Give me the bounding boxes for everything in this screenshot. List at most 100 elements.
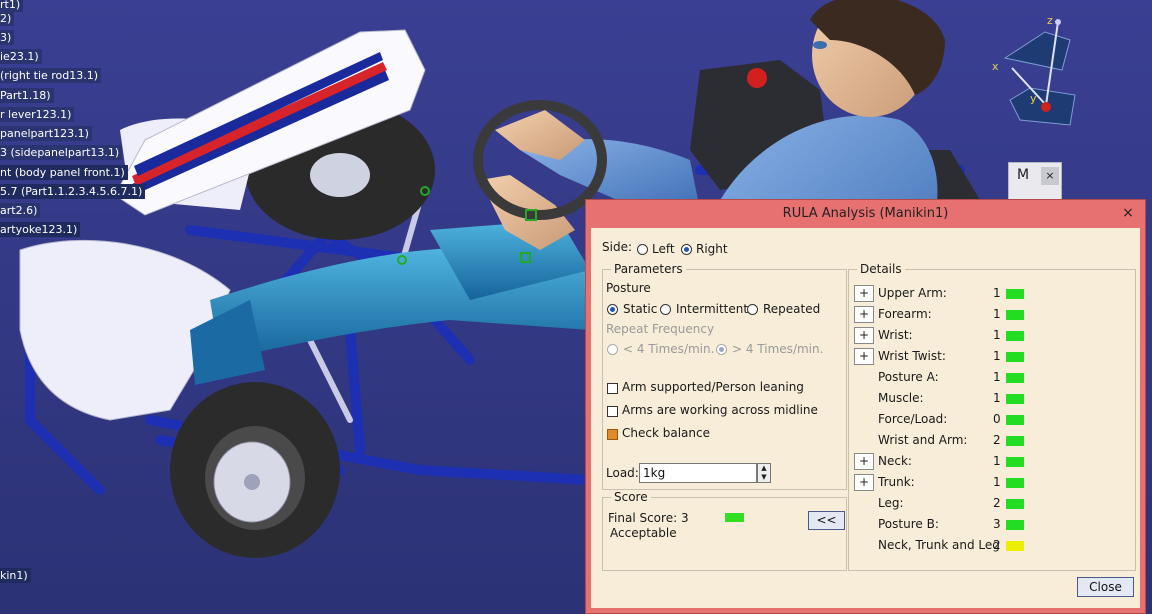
check-balance-checkbox[interactable] bbox=[607, 429, 618, 440]
tree-item[interactable]: 3 (sidepanelpart13.1) bbox=[0, 145, 123, 160]
wrist-and-arm-label: Wrist and Arm: bbox=[878, 433, 968, 447]
posture-intermittent-label[interactable]: Intermittent bbox=[676, 302, 748, 317]
tree-item[interactable]: art2.6) bbox=[0, 203, 41, 218]
neck-trunk-leg-indicator bbox=[1006, 541, 1024, 551]
force-load-value: 0 bbox=[993, 412, 1001, 426]
side-label: Side: bbox=[602, 240, 632, 254]
wrist-twist-indicator bbox=[1006, 352, 1024, 362]
trunk-value: 1 bbox=[993, 475, 1001, 489]
expand-wrist-button[interactable]: + bbox=[854, 327, 874, 344]
parameters-group-label: Parameters bbox=[611, 262, 686, 277]
dialog-body: Side: Left Right Parameters Posture Stat… bbox=[591, 228, 1140, 608]
muscle-label: Muscle: bbox=[878, 391, 924, 405]
wrist-twist-label: Wrist Twist: bbox=[878, 349, 946, 363]
wrist-indicator bbox=[1006, 331, 1024, 341]
close-button[interactable]: Close bbox=[1077, 577, 1134, 597]
expand-forearm-button[interactable]: + bbox=[854, 306, 874, 323]
expand-upper-arm-button[interactable]: + bbox=[854, 285, 874, 302]
details-group-label: Details bbox=[857, 262, 905, 277]
arms-midline-checkbox[interactable] bbox=[607, 406, 618, 417]
forearm-label: Forearm: bbox=[878, 307, 932, 321]
leg-value: 2 bbox=[993, 496, 1001, 510]
spin-up-icon[interactable]: ▲ bbox=[758, 464, 770, 473]
tree-item[interactable]: ie23.1) bbox=[0, 49, 42, 64]
wrist-and-arm-value: 2 bbox=[993, 433, 1001, 447]
leg-label: Leg: bbox=[878, 496, 904, 510]
arms-midline-label[interactable]: Arms are working across midline bbox=[622, 403, 818, 418]
score-status: Acceptable bbox=[610, 526, 677, 540]
toolbar-close-icon[interactable]: × bbox=[1041, 167, 1059, 185]
load-input[interactable] bbox=[639, 463, 757, 483]
posture-repeated-label[interactable]: Repeated bbox=[763, 302, 820, 317]
score-group: Score Final Score: 3 Acceptable << bbox=[602, 490, 847, 571]
dialog-title: RULA Analysis (Manikin1) bbox=[782, 206, 949, 221]
upper-arm-value: 1 bbox=[993, 286, 1001, 300]
posture-repeated-radio[interactable] bbox=[747, 304, 758, 315]
tree-item[interactable]: r lever123.1) bbox=[0, 107, 75, 122]
score-group-label: Score bbox=[611, 490, 651, 505]
trunk-label: Trunk: bbox=[878, 475, 915, 489]
forearm-indicator bbox=[1006, 310, 1024, 320]
tree-item[interactable]: (right tie rod13.1) bbox=[0, 68, 102, 83]
side-right-radio[interactable] bbox=[681, 244, 692, 255]
tree-item[interactable]: nt (body panel front.1) bbox=[0, 165, 128, 180]
final-score-indicator bbox=[725, 513, 744, 522]
repeat-high-label: > 4 Times/min. bbox=[732, 342, 824, 356]
close-icon[interactable]: × bbox=[1115, 203, 1141, 223]
posture-intermittent-radio[interactable] bbox=[660, 304, 671, 315]
wrist-twist-value: 1 bbox=[993, 349, 1001, 363]
wrist-value: 1 bbox=[993, 328, 1001, 342]
posture-static-label[interactable]: Static bbox=[623, 302, 657, 317]
repeat-low-radio bbox=[607, 344, 618, 355]
side-right-label[interactable]: Right bbox=[696, 242, 728, 257]
toolbar-title: M bbox=[1017, 167, 1030, 183]
neck-indicator bbox=[1006, 457, 1024, 467]
wrist-label: Wrist: bbox=[878, 328, 913, 342]
compass-z-label: z bbox=[1047, 14, 1053, 27]
upper-arm-indicator bbox=[1006, 289, 1024, 299]
posture-label: Posture bbox=[606, 281, 651, 295]
side-left-label[interactable]: Left bbox=[652, 242, 675, 257]
expand-trunk-button[interactable]: + bbox=[854, 474, 874, 491]
repeat-frequency-label: Repeat Frequency bbox=[606, 322, 715, 336]
specification-tree: rt1) 2) 3) ie23.1) (right tie rod13.1) P… bbox=[0, 0, 146, 614]
check-balance-label[interactable]: Check balance bbox=[622, 426, 710, 441]
posture-a-indicator bbox=[1006, 373, 1024, 383]
tree-item[interactable]: artyoke123.1) bbox=[0, 222, 81, 237]
forearm-value: 1 bbox=[993, 307, 1001, 321]
neck-trunk-leg-value: 2 bbox=[993, 538, 1001, 552]
compass-x-label: x bbox=[992, 60, 999, 73]
details-group: Details + Upper Arm: 1 + Forearm: 1 + Wr… bbox=[848, 262, 1136, 571]
load-label: Load: bbox=[606, 466, 639, 480]
tree-item[interactable]: 2) bbox=[0, 11, 15, 26]
arm-supported-checkbox[interactable] bbox=[607, 383, 618, 394]
neck-trunk-leg-label: Neck, Trunk and Leg bbox=[878, 538, 1000, 552]
posture-a-value: 1 bbox=[993, 370, 1001, 384]
trunk-indicator bbox=[1006, 478, 1024, 488]
tree-item[interactable]: 5.7 (Part1.1.2.3.4.5.6.7.1) bbox=[0, 184, 146, 199]
rula-analysis-dialog: RULA Analysis (Manikin1) × Side: Left Ri… bbox=[585, 199, 1146, 614]
upper-arm-label: Upper Arm: bbox=[878, 286, 947, 300]
repeat-low-label: < 4 Times/min. bbox=[623, 342, 715, 356]
tree-item[interactable]: 3) bbox=[0, 30, 15, 45]
load-spinner[interactable]: ▲ ▼ bbox=[757, 463, 771, 483]
posture-b-label: Posture B: bbox=[878, 517, 939, 531]
posture-static-radio[interactable] bbox=[607, 304, 618, 315]
side-left-radio[interactable] bbox=[637, 244, 648, 255]
spin-down-icon[interactable]: ▼ bbox=[758, 473, 770, 482]
tree-item[interactable]: Part1.18) bbox=[0, 88, 54, 103]
manikin-toolbar: M × bbox=[1008, 162, 1062, 204]
collapse-details-button[interactable]: << bbox=[808, 511, 845, 530]
expand-neck-button[interactable]: + bbox=[854, 453, 874, 470]
tree-item[interactable]: panelpart123.1) bbox=[0, 126, 92, 141]
posture-a-label: Posture A: bbox=[878, 370, 939, 384]
parameters-group: Parameters Posture Static Intermittent R… bbox=[602, 262, 847, 490]
muscle-value: 1 bbox=[993, 391, 1001, 405]
posture-b-indicator bbox=[1006, 520, 1024, 530]
arm-supported-label[interactable]: Arm supported/Person leaning bbox=[622, 380, 804, 395]
tree-item[interactable]: kin1) bbox=[0, 568, 31, 583]
expand-wrist-twist-button[interactable]: + bbox=[854, 348, 874, 365]
muscle-indicator bbox=[1006, 394, 1024, 404]
final-score-label: Final Score: 3 bbox=[608, 511, 689, 525]
posture-b-value: 3 bbox=[993, 517, 1001, 531]
